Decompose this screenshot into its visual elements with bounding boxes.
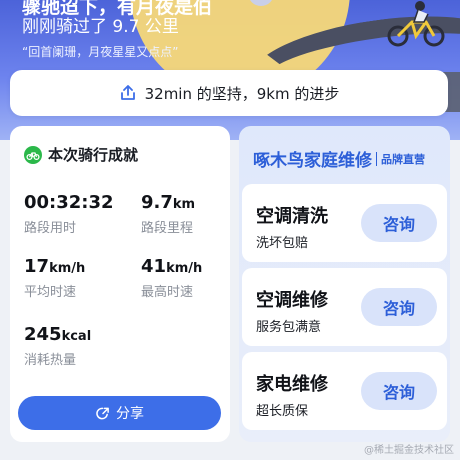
ad-header: 啄木鸟家庭维修 品牌直营 bbox=[253, 146, 425, 171]
stat-label: 路段里程 bbox=[141, 221, 194, 236]
stat-unit: km/h bbox=[166, 261, 203, 276]
hero-quote: “回首阑珊，月夜星星又点点” bbox=[22, 45, 179, 59]
stat-label: 平均时速 bbox=[24, 285, 77, 300]
bicycle-badge-icon bbox=[24, 145, 42, 164]
stat-unit: kcal bbox=[61, 329, 92, 344]
stat-calories: 245kcal 消耗热量 bbox=[24, 324, 91, 368]
consult-button[interactable]: 咨询 bbox=[361, 204, 437, 242]
consult-button[interactable]: 咨询 bbox=[361, 288, 437, 326]
cyclist-illustration bbox=[387, 1, 445, 47]
share-icon bbox=[96, 407, 109, 419]
stat-distance: 9.7km 路段里程 bbox=[141, 192, 195, 236]
ride-distance-summary: 刚刚骑过了 9.7 公里 bbox=[22, 17, 179, 37]
ad-brand-title: 啄木鸟家庭维修 bbox=[253, 151, 372, 171]
achievement-header: 本次骑行成就 bbox=[24, 144, 138, 165]
service-ac-repair: 空调维修 服务包满意 咨询 bbox=[242, 268, 447, 346]
stat-max-speed: 41km/h 最高时速 bbox=[141, 256, 202, 300]
stat-value: 9.7 bbox=[141, 192, 173, 213]
service-desc: 超长质保 bbox=[256, 404, 309, 419]
service-appliance-repair: 家电维修 超长质保 咨询 bbox=[242, 352, 447, 430]
stat-unit: km/h bbox=[49, 261, 86, 276]
achievement-label: 本次骑行成就 bbox=[48, 146, 139, 164]
stat-value: 245 bbox=[24, 324, 62, 345]
ad-brand-tag: 品牌直营 bbox=[381, 152, 425, 166]
share-label: 分享 bbox=[116, 406, 144, 422]
ride-achievement-card: 本次骑行成就 00:32:32 路段用时 9.7km 路段里程 17km/h 平… bbox=[10, 126, 230, 442]
share-button[interactable]: 分享 bbox=[18, 396, 221, 430]
stat-value: 41 bbox=[141, 256, 167, 277]
progress-text: 32min 的坚持，9km 的进步 bbox=[144, 84, 340, 103]
service-desc: 服务包满意 bbox=[256, 320, 322, 335]
stat-label: 路段用时 bbox=[24, 221, 77, 236]
service-name: 空调维修 bbox=[256, 290, 328, 311]
consult-button[interactable]: 咨询 bbox=[361, 372, 437, 410]
stat-avg-speed: 17km/h 平均时速 bbox=[24, 256, 85, 300]
stat-label: 消耗热量 bbox=[24, 353, 77, 368]
repair-ad-card: 啄木鸟家庭维修 品牌直营 空调清洗 洗坏包赔 咨询 空调维修 服务包满意 咨询 … bbox=[239, 126, 450, 442]
stat-value: 17 bbox=[24, 256, 50, 277]
divider bbox=[376, 151, 377, 166]
stat-value: 00:32:32 bbox=[24, 192, 114, 213]
stat-label: 最高时速 bbox=[141, 285, 194, 300]
watermark: @稀土掘金技术社区 bbox=[364, 445, 454, 456]
stat-unit: km bbox=[172, 197, 196, 212]
progress-share-banner[interactable]: 32min 的坚持，9km 的进步 bbox=[10, 70, 448, 116]
stat-duration: 00:32:32 路段用时 bbox=[24, 192, 114, 236]
service-ac-cleaning: 空调清洗 洗坏包赔 咨询 bbox=[242, 184, 447, 262]
service-name: 空调清洗 bbox=[256, 206, 328, 227]
share-up-icon bbox=[120, 85, 135, 100]
service-desc: 洗坏包赔 bbox=[256, 236, 309, 251]
service-name: 家电维修 bbox=[256, 374, 328, 395]
